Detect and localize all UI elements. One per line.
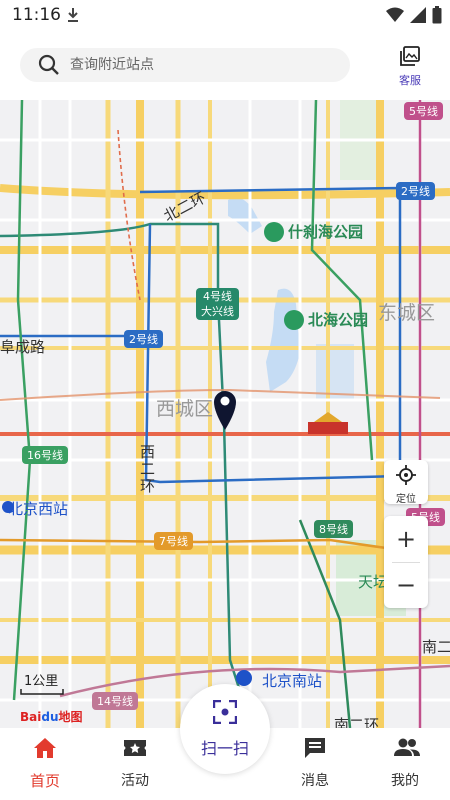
station-label[interactable]: 北京西站 [8,498,68,519]
locate-label: 定位 [396,494,416,505]
zoom-out-button[interactable]: − [384,562,428,608]
road-label: 阜成路 [0,338,46,356]
road-label: 南二环 [334,716,380,728]
wifi-icon [386,7,404,22]
download-icon [68,8,78,22]
zoom-control: + − [384,516,428,608]
search-bar[interactable] [20,48,350,82]
nav-item-messages[interactable]: 消息 [280,728,350,800]
metro-line-badge[interactable]: 14号线 [92,692,138,710]
signal-icon [410,7,426,23]
metro-line-badge[interactable]: 2号线 [396,182,435,200]
search-icon [38,54,59,75]
station-label[interactable]: 北京南站 [262,670,322,691]
users-icon [394,738,420,756]
poi-label[interactable]: 什刹海公园 [288,221,363,242]
scale-bar [20,689,64,695]
poi-label[interactable]: 北海公园 [308,309,368,330]
park-icon [284,310,304,330]
metro-line-badge[interactable]: 4号线 大兴线 [196,288,239,320]
nav-label: 首页 [29,772,60,790]
search-input[interactable] [70,48,330,82]
nav-item-mine[interactable]: 我的 [370,728,440,800]
map-base [0,100,450,728]
zoom-in-button[interactable]: + [384,516,428,562]
nav-item-home[interactable]: 首页 [10,728,80,800]
map-scale: 1公里 [20,670,64,695]
metro-line-badge[interactable]: 8号线 [314,520,353,538]
locate-button[interactable]: 定位 [384,460,428,505]
logo-part: Bai [20,710,42,724]
scan-label: 扫一扫 [200,739,249,758]
metro-line-badge[interactable]: 7号线 [154,532,193,550]
nav-label: 消息 [301,773,329,789]
road-label: 南二 [422,638,450,656]
nav-item-activity[interactable]: 活动 [100,728,170,800]
status-icons [386,6,442,24]
gallery-icon [400,46,420,66]
message-icon [305,738,325,758]
activity-ticket-icon [124,740,146,756]
metro-line-badge[interactable]: 16号线 [22,446,68,464]
scan-icon [213,700,237,724]
baidu-map-logo: Baidu地图 [20,708,83,725]
home-icon [34,738,56,758]
district-label: 东城区 [378,302,436,324]
status-bar: 11:16 [0,0,450,32]
header: 客服 [0,32,450,100]
district-label: 西城区 [156,398,214,420]
logo-part: du [41,710,59,724]
metro-line-badge[interactable]: 2号线 [124,330,163,348]
battery-icon [432,6,442,24]
road-label: 西二环 [140,443,156,495]
zoom-divider [392,562,420,563]
park-icon [264,222,284,242]
map-view[interactable]: 5号线 2号线 4号线 大兴线 2号线 16号线 8号线 5号线 7号线 14号… [0,100,450,728]
scale-label: 1公里 [24,674,59,689]
crosshair-icon [396,465,416,485]
customer-service-label: 客服 [399,74,421,87]
metro-line-badge[interactable]: 5号线 [404,102,443,120]
scan-button[interactable]: 扫一扫 [180,684,270,774]
customer-service-button[interactable]: 客服 [388,46,432,87]
logo-part: 地图 [58,710,83,724]
nav-label: 我的 [391,773,419,789]
status-time: 11:16 [12,5,61,25]
nav-label: 活动 [121,773,149,789]
